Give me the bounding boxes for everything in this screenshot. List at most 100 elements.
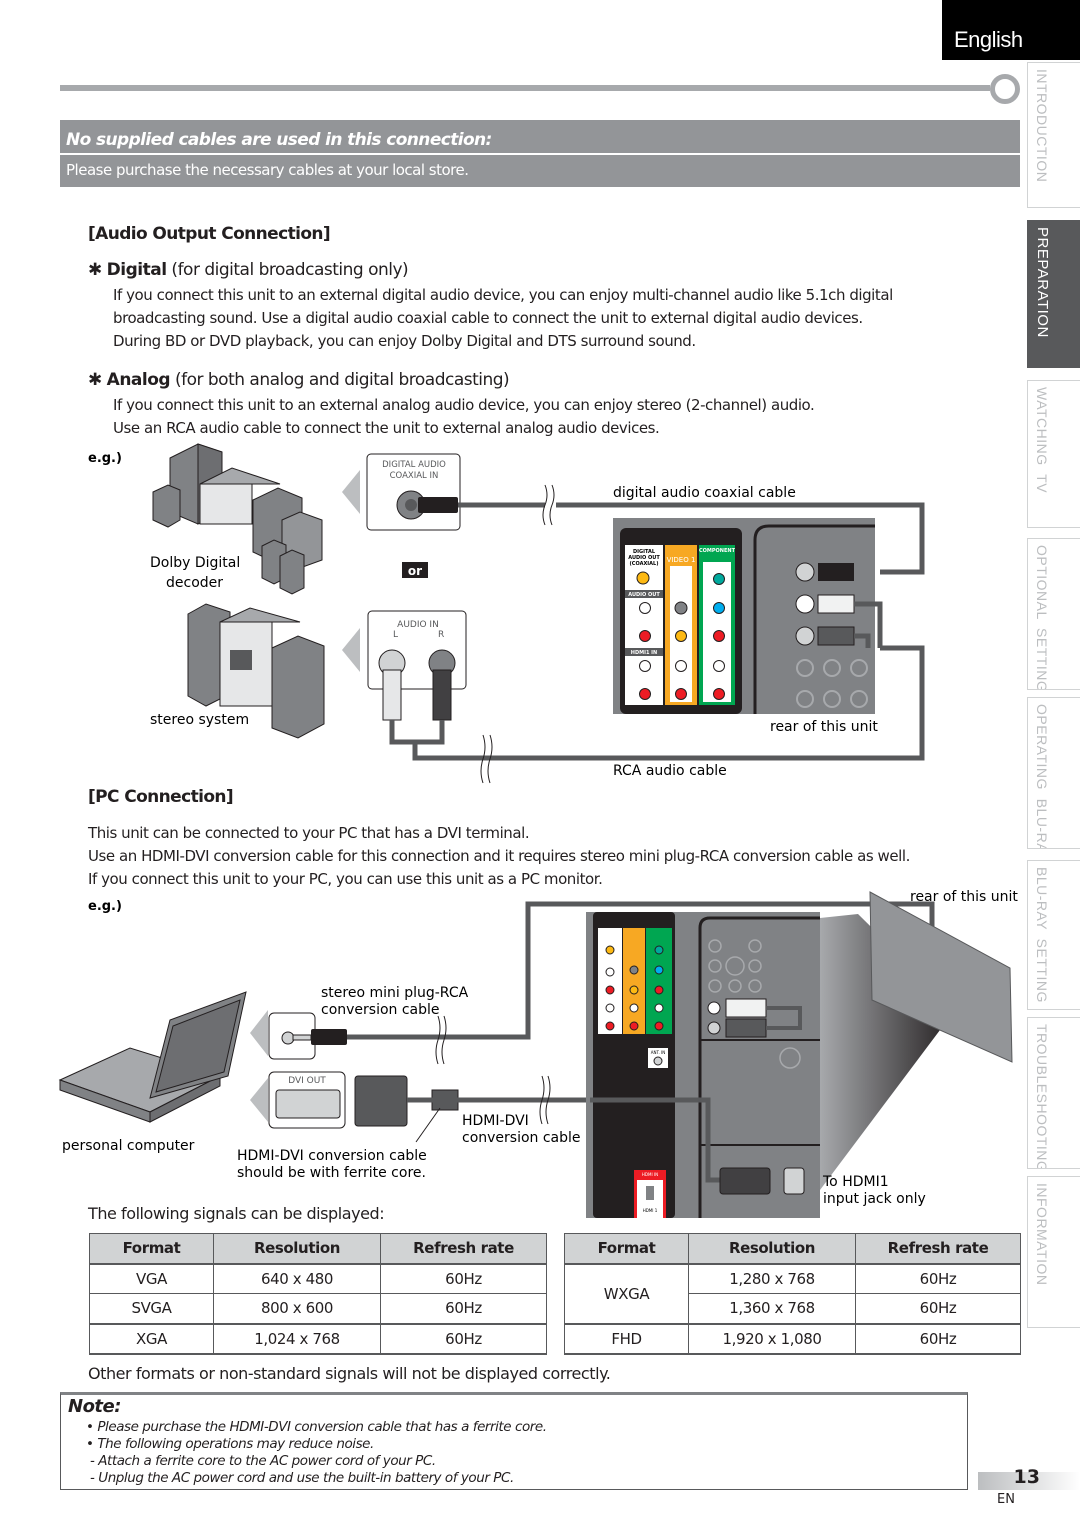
panel-label: ANT. IN: [651, 1050, 665, 1055]
jack-yellow-icon: [675, 630, 687, 642]
col-header: Resolution: [213, 1233, 381, 1265]
side-tab-label: TROUBLESHOOTING: [1034, 1024, 1050, 1169]
side-tab-watching-tv[interactable]: WATCHING TV: [1027, 380, 1080, 528]
dolby-label: decoder: [166, 575, 223, 591]
hdmi-port-icon: [646, 1186, 654, 1200]
format-cell: FHD: [564, 1323, 689, 1355]
side-tab-preparation[interactable]: PREPARATION: [1027, 220, 1080, 368]
resolution-cell: 1,920 x 1,080: [688, 1323, 856, 1355]
rca-plug-black-icon: [432, 669, 452, 721]
plug-black-icon: [818, 563, 854, 581]
pointer-arrow-icon: [250, 1078, 268, 1122]
jack-red-icon: [639, 630, 651, 642]
ferrite-note: HDMI-DVI conversion cable: [237, 1148, 427, 1164]
panel-label: HDMI1 IN: [631, 650, 657, 656]
jack-red-icon: [713, 688, 725, 700]
text-line: Use an HDMI-DVI conversion cable for thi…: [88, 847, 910, 865]
note-item: • The following operations may reduce no…: [86, 1436, 374, 1452]
or-badge-text: or: [408, 564, 422, 578]
jack-coax-rear-icon: [795, 562, 815, 582]
panel-label: (COAXIAL): [630, 561, 659, 567]
mini-jack-icon: [281, 1031, 295, 1045]
signals-table-right: Format Resolution Refresh rate WXGA 1,28…: [564, 1233, 1021, 1355]
ferrite-note: should be with ferrite core.: [237, 1165, 426, 1181]
table-row: SVGA 800 x 600 60Hz: [89, 1293, 547, 1325]
side-tab-label: OPERATING BLU-RAY: [1034, 704, 1050, 849]
note-item: - Attach a ferrite core to the AC power …: [90, 1453, 436, 1469]
table-row: XGA 1,024 x 768 60Hz: [89, 1323, 547, 1355]
plug-gray-icon: [817, 626, 855, 646]
panel-label: HDMI IN: [642, 1172, 658, 1177]
jack-white-icon: [639, 602, 651, 614]
eg-label: e.g.): [88, 899, 122, 914]
side-tab-bluray-setting[interactable]: BLU-RAY SETTING: [1027, 860, 1080, 1010]
pc-section-heading: [PC Connection]: [88, 787, 234, 807]
rear-label: rear of this unit: [770, 719, 878, 735]
panel-label: VIDEO 1: [667, 556, 696, 564]
side-tab-troubleshooting[interactable]: TROUBLESHOOTING: [1027, 1017, 1080, 1169]
side-tab-label: BLU-RAY SETTING: [1034, 867, 1050, 1003]
refresh-cell: 60Hz: [380, 1263, 547, 1294]
side-tab-introduction[interactable]: INTRODUCTION: [1027, 62, 1080, 208]
panel-label: COMPONENT: [699, 548, 736, 554]
resolution-cell: 1,280 x 768: [688, 1263, 856, 1294]
pointer-arrow-icon: [250, 1010, 268, 1056]
side-tab-label: INFORMATION: [1034, 1183, 1050, 1286]
page-number: 13: [1013, 1466, 1040, 1488]
mini-plug-icon: [311, 1029, 347, 1045]
panel-label: AUDIO OUT: [628, 592, 660, 598]
jack-rear-icon: [795, 594, 815, 614]
dvi-port-icon: [275, 1089, 341, 1119]
ant-jack-icon: [653, 1056, 663, 1066]
dolby-label: Dolby Digital: [150, 555, 240, 571]
table-row: FHD 1,920 x 1,080 60Hz: [564, 1323, 1021, 1355]
pointer-arrow-icon: [342, 470, 360, 514]
resolution-cell: 1,024 x 768: [213, 1323, 381, 1355]
jack-y-icon: [713, 573, 725, 585]
col-header: Format: [564, 1233, 689, 1265]
refresh-cell: 60Hz: [855, 1293, 1021, 1325]
panel-label: HDMI 1: [643, 1208, 658, 1213]
coax-plug-icon: [418, 497, 458, 513]
mini-plug-label: conversion cable: [321, 1002, 440, 1018]
port-label: R: [438, 630, 444, 640]
side-tab-optional-setting[interactable]: OPTIONAL SETTING: [1027, 538, 1080, 690]
side-tab-operating-bluray[interactable]: OPERATING BLU-RAY: [1027, 697, 1080, 849]
jack-red-icon: [639, 688, 651, 700]
format-cell: XGA: [89, 1323, 214, 1355]
side-tab-information[interactable]: INFORMATION: [1027, 1176, 1080, 1328]
plug-white-icon: [725, 998, 767, 1018]
hdmi-target-label: To HDMI1: [822, 1174, 889, 1190]
col-header: Format: [89, 1233, 214, 1265]
jack-pb-icon: [713, 602, 725, 614]
hdmi-jack-icon: [783, 1167, 805, 1195]
stereo-label: stereo system: [150, 712, 249, 728]
jack-digital-out-icon: [636, 571, 650, 585]
hdmi-plug-icon: [719, 1167, 771, 1195]
note-title: Note:: [68, 1396, 121, 1417]
jack-white-icon: [639, 660, 651, 672]
resolution-cell: 640 x 480: [213, 1263, 381, 1294]
col-header: Refresh rate: [380, 1233, 547, 1265]
dvi-plug-icon: [354, 1075, 408, 1127]
col-header: Refresh rate: [855, 1233, 1021, 1265]
dolby-decoder-illustration: [152, 443, 323, 595]
port-label: L: [393, 630, 398, 640]
pc-connection-diagram: e.g.) rear of this unit personal compute…: [58, 889, 1018, 1218]
side-tab-label: WATCHING TV: [1034, 387, 1050, 494]
hdmi-dvi-label: HDMI-DVI: [462, 1113, 529, 1129]
refresh-cell: 60Hz: [380, 1323, 547, 1355]
signals-table-left: Format Resolution Refresh rate VGA 640 x…: [89, 1233, 547, 1355]
port-label: COAXIAL IN: [390, 471, 439, 481]
eg-label: e.g.): [88, 451, 122, 466]
refresh-cell: 60Hz: [855, 1263, 1021, 1294]
rca-plug-white-icon: [382, 669, 402, 721]
jack-red-icon: [675, 688, 687, 700]
port-label: DVI OUT: [288, 1076, 326, 1086]
jack-rear-icon: [707, 1021, 721, 1035]
side-tab-label: OPTIONAL SETTING: [1034, 545, 1050, 690]
jack-rear-icon: [795, 626, 815, 646]
plug-gray-icon: [725, 1018, 767, 1038]
col-header: Resolution: [688, 1233, 856, 1265]
jack-svideo-icon: [674, 601, 688, 615]
